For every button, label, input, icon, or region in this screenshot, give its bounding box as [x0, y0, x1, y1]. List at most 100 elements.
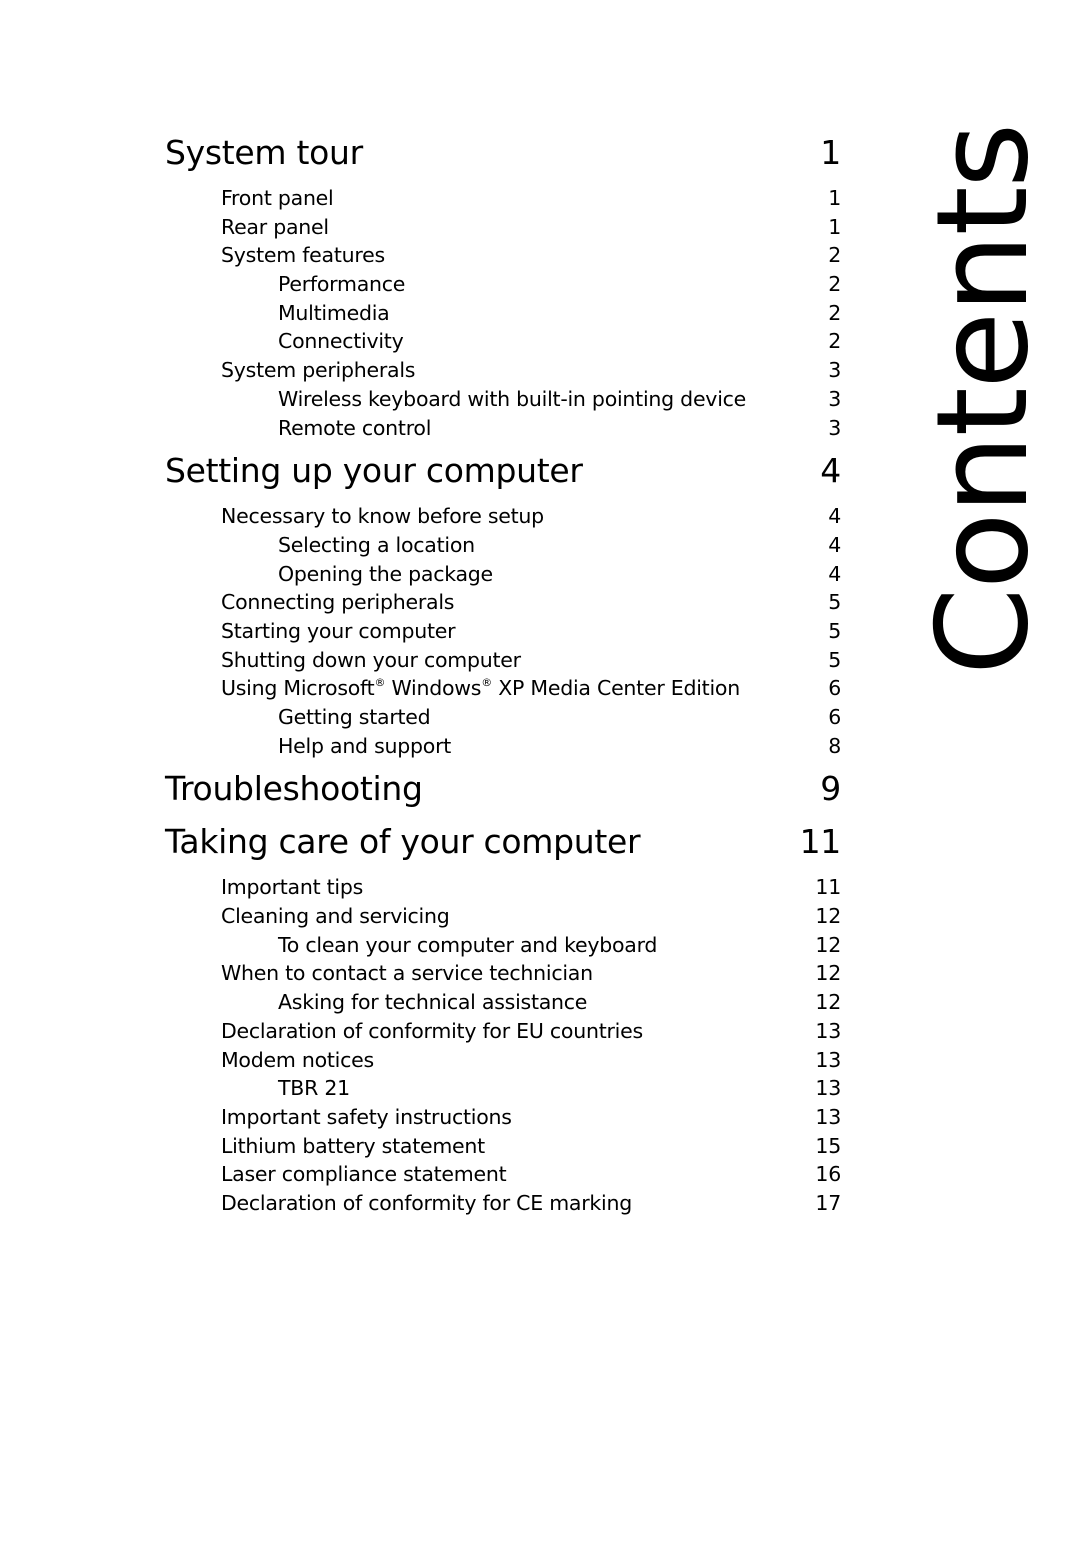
entry-title: Multimedia	[278, 300, 390, 325]
chapter-page-number: 4	[820, 451, 841, 491]
toc-section[interactable]: When to contact a service technician 12	[165, 959, 841, 988]
entry-title: Asking for technical assistance	[278, 990, 588, 1015]
entry-page-number: 5	[828, 618, 841, 643]
toc-section[interactable]: Declaration of conformity for EU countri…	[165, 1017, 841, 1046]
entry-page-number: 6	[828, 705, 841, 729]
toc-section[interactable]: Front panel 1	[165, 184, 841, 213]
entry-title: TBR 21	[278, 1076, 350, 1101]
entry-page-number: 5	[828, 590, 841, 615]
toc-section[interactable]: Connecting peripherals 5	[165, 588, 841, 617]
entry-page-number: 5	[828, 647, 841, 672]
toc-subsection[interactable]: Opening the package 4	[165, 560, 841, 589]
entry-title: Lithium battery statement	[221, 1133, 485, 1158]
entry-page-number: 17	[815, 1190, 841, 1215]
toc-section[interactable]: Modem notices 13	[165, 1046, 841, 1075]
toc-section[interactable]: Necessary to know before setup 4	[165, 502, 841, 531]
entry-title: Necessary to know before setup	[221, 504, 544, 529]
entry-page-number: 4	[828, 532, 841, 557]
entry-title: Shutting down your computer	[221, 647, 521, 672]
entry-page-number: 16	[815, 1162, 841, 1187]
entry-page-number: 3	[828, 358, 841, 383]
toc-subsection[interactable]: Getting started 6	[165, 703, 841, 732]
entry-title: Help and support	[278, 733, 452, 758]
chapter-entries: Front panel 1 Rear panel 1 System features 2 P…	[165, 184, 841, 442]
entry-page-number: 1	[828, 186, 841, 210]
contents-side-title: Contents	[909, 124, 1056, 676]
toc-section[interactable]: Shutting down your computer 5	[165, 646, 841, 675]
entry-title: Using Microsoft® Windows® XP Media Cente…	[221, 676, 740, 701]
toc-chapter[interactable]: System tour 1	[165, 128, 841, 178]
entry-title: Opening the package	[278, 561, 493, 586]
entry-page-number: 2	[828, 300, 841, 325]
toc-subsection[interactable]: Asking for technical assistance 12	[165, 988, 841, 1017]
entry-page-number: 4	[828, 561, 841, 586]
entry-page-number: 3	[828, 415, 841, 440]
toc-subsection[interactable]: Performance 2	[165, 270, 841, 299]
toc-section[interactable]: Starting your computer 5	[165, 617, 841, 646]
entry-page-number: 3	[828, 386, 841, 411]
entry-title: Modem notices	[221, 1047, 374, 1072]
toc-subsection[interactable]: Selecting a location 4	[165, 531, 841, 560]
toc-section[interactable]: Lithium battery statement 15	[165, 1132, 841, 1161]
entry-title: System peripherals	[221, 358, 416, 383]
entry-title: Connecting peripherals	[221, 590, 455, 615]
entry-title: Laser compliance statement	[221, 1162, 507, 1187]
toc-subsection[interactable]: Multimedia 2	[165, 299, 841, 328]
chapter-title: Setting up your computer	[165, 451, 583, 491]
entry-title: Cleaning and servicing	[221, 904, 450, 929]
entry-title: Starting your computer	[221, 618, 456, 643]
toc-section[interactable]: System features 2	[165, 241, 841, 270]
chapter-title: System tour	[165, 133, 363, 172]
table-of-contents: System tour 1 Front panel 1 Rear panel 1 Syste…	[165, 128, 841, 1222]
entry-title: Front panel	[221, 186, 334, 210]
entry-page-number: 11	[815, 875, 841, 900]
entry-page-number: 12	[815, 904, 841, 929]
chapter-page-number: 9	[820, 769, 841, 809]
toc-chapter[interactable]: Setting up your computer 4	[165, 446, 841, 496]
toc-subsection[interactable]: Connectivity 2	[165, 327, 841, 356]
entry-page-number: 8	[828, 733, 841, 758]
toc-section[interactable]: Important tips 11	[165, 873, 841, 902]
entry-page-number: 13	[815, 1018, 841, 1043]
chapter-page-number: 1	[820, 133, 841, 172]
toc-section[interactable]: Cleaning and servicing 12	[165, 902, 841, 931]
entry-title: Declaration of conformity for CE marking	[221, 1190, 632, 1215]
toc-chapter[interactable]: Taking care of your computer 11	[165, 817, 841, 867]
toc-section[interactable]: System peripherals 3	[165, 356, 841, 385]
toc-subsection[interactable]: Help and support 8	[165, 732, 841, 761]
entry-title: Connectivity	[278, 329, 404, 354]
entry-page-number: 2	[828, 272, 841, 297]
toc-section[interactable]: Using Microsoft® Windows® XP Media Cente…	[165, 674, 841, 703]
chapter-title: Taking care of your computer	[165, 822, 641, 862]
entry-title: Wireless keyboard with built-in pointing…	[278, 386, 747, 411]
entry-page-number: 12	[815, 961, 841, 986]
toc-subsection[interactable]: To clean your computer and keyboard 12	[165, 931, 841, 960]
toc-section[interactable]: Important safety instructions 13	[165, 1103, 841, 1132]
chapter-title: Troubleshooting	[165, 769, 423, 809]
toc-section[interactable]: Rear panel 1	[165, 213, 841, 242]
chapter-entries: Necessary to know before setup 4 Selecting…	[165, 502, 841, 760]
entry-page-number: 13	[815, 1047, 841, 1072]
toc-section[interactable]: Laser compliance statement 16	[165, 1160, 841, 1189]
entry-page-number: 13	[815, 1076, 841, 1101]
toc-chapter[interactable]: Troubleshooting 9	[165, 764, 841, 814]
entry-title: Rear panel	[221, 214, 329, 239]
chapter-page-number: 11	[799, 822, 842, 862]
chapter-entries: Important tips 11 Cleaning and servicing 12…	[165, 873, 841, 1217]
entry-page-number: 2	[828, 243, 841, 268]
toc-subsection[interactable]: Remote control 3	[165, 414, 841, 443]
entry-page-number: 2	[828, 329, 841, 354]
entry-title: Performance	[278, 272, 406, 297]
entry-page-number: 15	[815, 1133, 841, 1158]
entry-title: Important safety instructions	[221, 1104, 512, 1129]
registered-mark: ®	[481, 676, 492, 690]
entry-page-number: 1	[828, 214, 841, 239]
toc-subsection[interactable]: TBR 21 13	[165, 1074, 841, 1103]
toc-section[interactable]: Declaration of conformity for CE marking…	[165, 1189, 841, 1218]
entry-title: Selecting a location	[278, 532, 475, 557]
entry-page-number: 12	[815, 932, 841, 957]
toc-subsection[interactable]: Wireless keyboard with built-in pointing…	[165, 385, 841, 414]
entry-title: Getting started	[278, 705, 431, 729]
entry-title: System features	[221, 243, 385, 268]
entry-page-number: 6	[828, 676, 841, 701]
